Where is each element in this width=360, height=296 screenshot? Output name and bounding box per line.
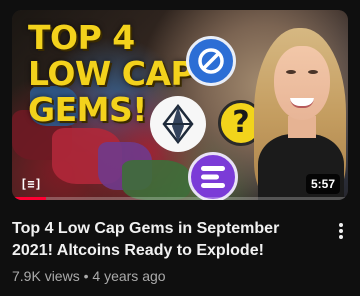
elrond-coin-icon [186, 36, 236, 86]
presenter-eye [286, 70, 296, 74]
upload-age: 4 years ago [92, 268, 166, 284]
video-metadata: 7.9K views • 4 years ago [12, 268, 166, 284]
meta-separator: • [83, 268, 89, 284]
video-duration-badge: 5:57 [305, 174, 340, 194]
channel-watermark-icon: [≡] [20, 177, 42, 191]
kebab-dot [339, 229, 343, 233]
presenter-eye [308, 70, 318, 74]
video-card[interactable]: TOP 4 LOW CAP GEMS! ? [≡] 5:57 Top 4 Low… [0, 0, 360, 296]
video-thumbnail[interactable]: TOP 4 LOW CAP GEMS! ? [≡] 5:57 [12, 10, 348, 200]
watch-progress-fill [12, 197, 46, 200]
kebab-dot [339, 235, 343, 239]
presenter-image [248, 20, 348, 200]
more-options-icon[interactable] [332, 220, 350, 242]
view-count: 7.9K views [12, 268, 80, 284]
eos-coin-icon [150, 96, 206, 152]
gem-decoration [122, 160, 190, 200]
enjin-coin-icon [188, 152, 238, 200]
watch-progress-track [12, 197, 348, 200]
kebab-dot [339, 223, 343, 227]
presenter-face [274, 46, 330, 120]
video-title[interactable]: Top 4 Low Cap Gems in September 2021! Al… [12, 218, 312, 262]
